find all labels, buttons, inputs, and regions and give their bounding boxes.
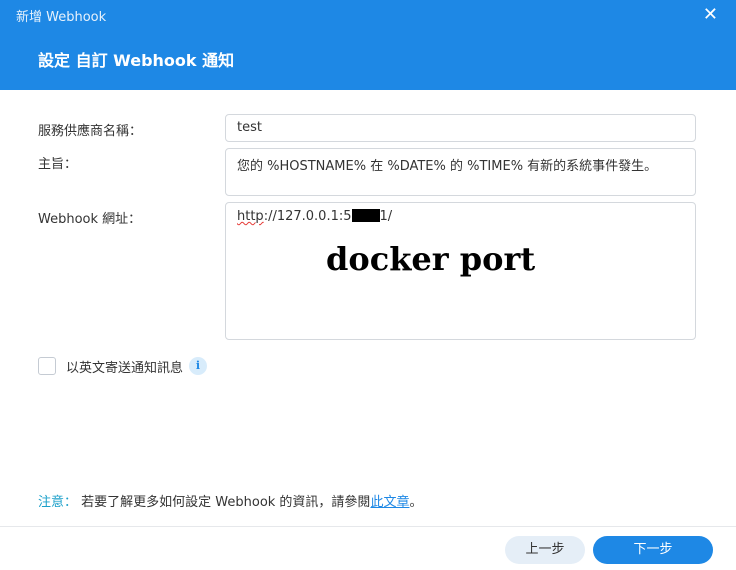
- webhook-url-label: Webhook 網址：: [38, 212, 142, 227]
- info-icon[interactable]: i: [189, 357, 207, 375]
- docker-port-annotation: docker port: [326, 240, 536, 278]
- prev-button[interactable]: 上一步: [505, 536, 585, 564]
- english-notification-checkbox[interactable]: [38, 357, 56, 375]
- english-notification-label[interactable]: 以英文寄送通知訊息: [66, 357, 183, 376]
- note-label: 注意：: [38, 495, 78, 510]
- footer-divider: [0, 526, 736, 527]
- dialog-title: 設定 自訂 Webhook 通知: [38, 51, 235, 70]
- provider-name-label: 服務供應商名稱：: [38, 124, 143, 139]
- url-scheme: http: [237, 209, 264, 224]
- dialog-header: 新增 Webhook ✕ 設定 自訂 Webhook 通知: [0, 0, 736, 90]
- subject-value: 您的 %HOSTNAME% 在 %DATE% 的 %TIME% 有新的系統事件發…: [237, 159, 658, 174]
- redaction-mark: [351, 209, 380, 222]
- next-button[interactable]: 下一步: [593, 536, 713, 564]
- article-link[interactable]: 此文章: [370, 495, 409, 510]
- close-icon[interactable]: ✕: [703, 4, 718, 25]
- url-host: ://127.0.0.1:5: [263, 209, 352, 224]
- note-end: 。: [409, 495, 423, 510]
- note-text: 注意： 若要了解更多如何設定 Webhook 的資訊，請參閱此文章。: [38, 491, 422, 510]
- subject-textarea[interactable]: 您的 %HOSTNAME% 在 %DATE% 的 %TIME% 有新的系統事件發…: [225, 148, 696, 196]
- window-title: 新增 Webhook: [16, 10, 107, 25]
- subject-label: 主旨：: [38, 157, 78, 172]
- note-body: 若要了解更多如何設定 Webhook 的資訊，請參閱: [77, 495, 371, 510]
- provider-name-value: test: [237, 120, 262, 135]
- url-path: 1/: [379, 209, 393, 224]
- provider-name-input[interactable]: test: [225, 114, 696, 142]
